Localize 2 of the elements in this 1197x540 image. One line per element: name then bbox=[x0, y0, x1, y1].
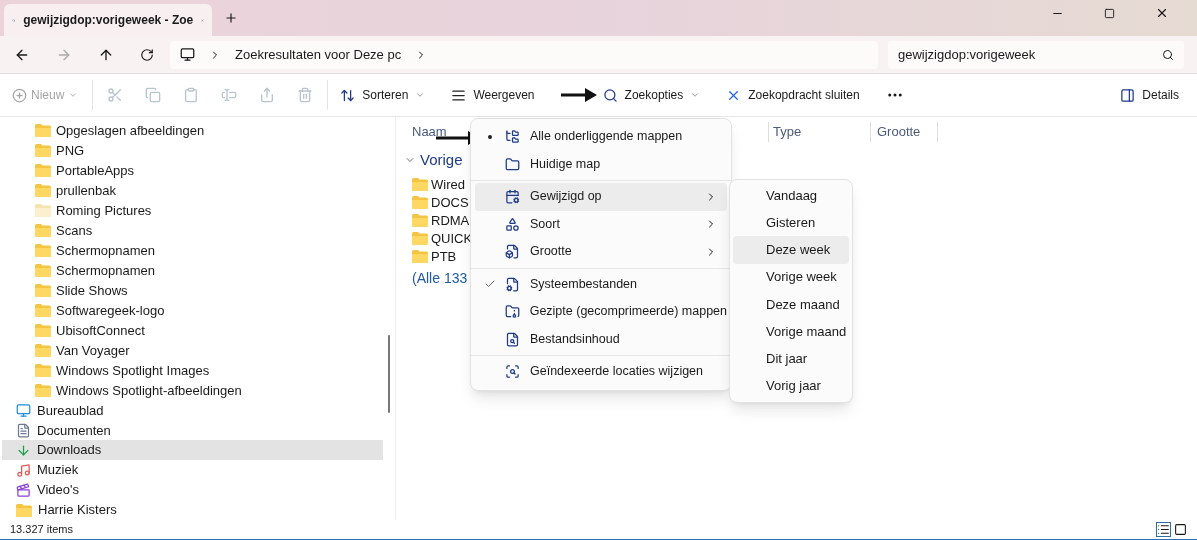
item-count: 13.327 items bbox=[10, 522, 73, 538]
tab-title: gewijzigdop:vorigeweek - Zoe bbox=[23, 12, 194, 29]
